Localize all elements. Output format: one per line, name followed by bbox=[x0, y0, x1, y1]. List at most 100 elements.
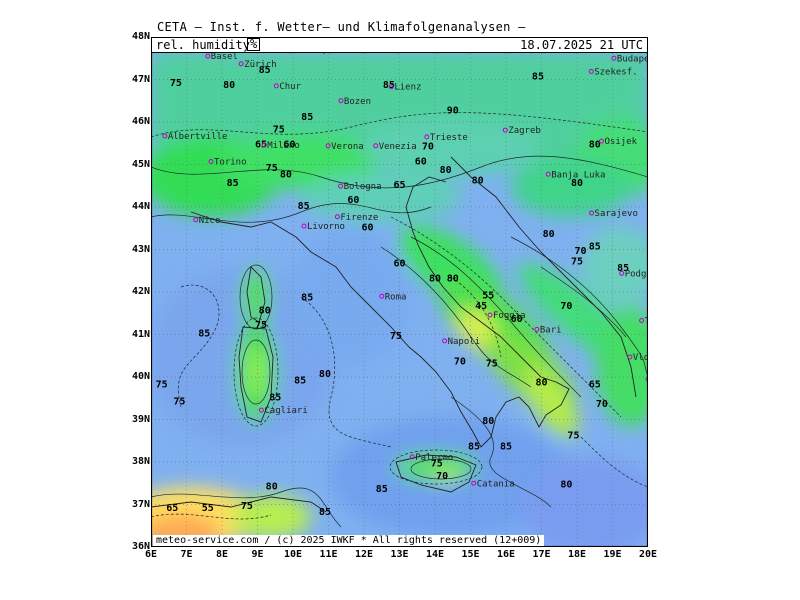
contour-label: 85 bbox=[589, 242, 601, 253]
city-label: Osijek bbox=[604, 137, 637, 147]
city-label: Livorno bbox=[307, 222, 345, 232]
contour-label: 75 bbox=[273, 125, 285, 136]
city-label: Zürich bbox=[244, 60, 277, 70]
city-label: Bologna bbox=[344, 182, 382, 192]
contour-label: 85 bbox=[500, 441, 512, 452]
city-label: Banja Luka bbox=[551, 170, 605, 180]
latitude-tick-label: 45N bbox=[131, 158, 150, 170]
contour-label: 65 bbox=[589, 380, 601, 391]
contour-label: 70 bbox=[560, 301, 572, 312]
contour-label: 60 bbox=[415, 157, 427, 168]
city-label: Vlore bbox=[633, 353, 648, 363]
contour-label: 85 bbox=[227, 178, 239, 189]
contour-label: 75 bbox=[241, 501, 253, 512]
contour-label: 80 bbox=[543, 229, 555, 240]
contour-label: 70 bbox=[422, 142, 434, 153]
contour-label: 75 bbox=[486, 358, 498, 369]
map-frame: 75 80 85 85 90 85 80 85 75 65 60 75 80 85 85 70 60 80 65 60… bbox=[150, 36, 649, 548]
city-label: Bari bbox=[540, 325, 562, 335]
longitude-tick-label: 17E bbox=[532, 549, 551, 560]
longitude-tick-label: 15E bbox=[461, 549, 480, 560]
city-label: Firenze bbox=[340, 213, 378, 223]
contour-label: 75 bbox=[255, 320, 267, 331]
contour-label: 55 bbox=[202, 503, 214, 514]
contour-label: 80 bbox=[447, 273, 459, 284]
city-label: Venezia bbox=[379, 142, 417, 152]
latitude-tick-label: 37N bbox=[131, 498, 150, 510]
contour-label: 90 bbox=[447, 106, 459, 117]
contour-label: 75 bbox=[571, 256, 583, 267]
city-label: Szekesf. bbox=[594, 67, 637, 77]
contour-label: 70 bbox=[436, 471, 448, 482]
contour-label: 80 bbox=[535, 378, 547, 389]
contour-label: 80 bbox=[560, 480, 572, 491]
city-label: Nice bbox=[199, 216, 221, 226]
contour-label: 70 bbox=[596, 399, 608, 410]
city-label: Torino bbox=[214, 158, 247, 168]
longitude-tick-label: 13E bbox=[390, 549, 409, 560]
city-label: Basel bbox=[211, 52, 238, 62]
longitude-tick-label: 20E bbox=[638, 549, 658, 560]
contour-label: 80 bbox=[259, 305, 271, 316]
latitude-tick-label: 40N bbox=[131, 371, 150, 382]
contour-label: 75 bbox=[156, 380, 168, 391]
city-label: Catania bbox=[477, 479, 515, 489]
latitude-tick-label: 46N bbox=[131, 116, 150, 127]
city-label: Bozen bbox=[344, 97, 371, 107]
longitude-tick-label: 10E bbox=[283, 549, 303, 560]
contour-label: 75 bbox=[266, 163, 278, 174]
longitude-tick-label: 6E bbox=[144, 549, 158, 560]
contour-label: 80 bbox=[482, 416, 494, 427]
contour-label: 70 bbox=[454, 356, 466, 367]
city-label: Trieste bbox=[430, 133, 468, 143]
contour-label: 75 bbox=[567, 431, 579, 442]
latitude-tick-label: 43N bbox=[131, 243, 150, 255]
contour-label: 75 bbox=[173, 397, 185, 408]
longitude-tick-label: 7E bbox=[180, 549, 193, 560]
humidity-map: 75 808585908580857565 60758085857060806560… bbox=[150, 36, 649, 548]
city-label: Zagreb bbox=[508, 126, 541, 136]
parameter-label: rel. humidity bbox=[156, 38, 250, 52]
latitude-tick-label: 41N bbox=[131, 328, 150, 340]
contour-label: 80 bbox=[319, 369, 331, 380]
contour-label: 65 bbox=[393, 180, 405, 191]
contour-label: 80 bbox=[429, 273, 441, 284]
longitude-tick-label: 9E bbox=[251, 549, 264, 560]
contour-label: 85 bbox=[198, 329, 210, 340]
latitude-tick-label: 47N bbox=[131, 73, 150, 85]
contour-label: 85 bbox=[376, 484, 388, 495]
city-label: Roma bbox=[385, 292, 407, 302]
contour-label: 85 bbox=[301, 112, 313, 123]
city-label: Palermo bbox=[415, 453, 453, 463]
city-label: Foggia bbox=[493, 311, 526, 321]
contour-label: 65 bbox=[166, 503, 178, 514]
contour-label: 55 bbox=[482, 290, 494, 301]
city-label: Milano bbox=[267, 141, 300, 151]
contour-label: 80 bbox=[472, 176, 484, 187]
latitude-tick-label: 42N bbox=[131, 286, 150, 297]
info-bar: rel. humidity % 18.07.2025 21 UTC bbox=[152, 38, 647, 53]
longitude-tick-label: 14E bbox=[425, 549, 445, 560]
contour-label: 60 bbox=[393, 259, 405, 270]
copyright-note: meteo-service.com / (c) 2025 IWKF * All … bbox=[153, 535, 545, 546]
contour-label: 85 bbox=[532, 72, 544, 83]
longitude-tick-label: 16E bbox=[496, 549, 516, 560]
city-label: Chur bbox=[279, 82, 301, 92]
chart-title: CETA — Inst. f. Wetter— und Klimafolgena… bbox=[157, 20, 526, 34]
contour-label: 45 bbox=[475, 301, 487, 312]
contour-label: 80 bbox=[440, 165, 452, 176]
latitude-tick-label: 44N bbox=[131, 201, 150, 212]
latitude-tick-label: 38N bbox=[131, 456, 150, 467]
longitude-tick-label: 11E bbox=[319, 549, 338, 560]
contour-label: 75 bbox=[170, 78, 182, 89]
city-label: Albertville bbox=[168, 132, 228, 142]
valid-time: 18.07.2025 21 UTC bbox=[520, 38, 643, 52]
latitude-tick-label: 48N bbox=[131, 31, 150, 42]
contour-label: 70 bbox=[575, 246, 587, 257]
city-label: Napoli bbox=[448, 337, 481, 347]
contour-label: 85 bbox=[269, 392, 281, 403]
contour-label: 85 bbox=[298, 201, 310, 212]
city-label: Podgorica bbox=[625, 269, 648, 279]
contour-label: 85 bbox=[294, 375, 306, 386]
contour-label: 65 bbox=[255, 140, 267, 151]
